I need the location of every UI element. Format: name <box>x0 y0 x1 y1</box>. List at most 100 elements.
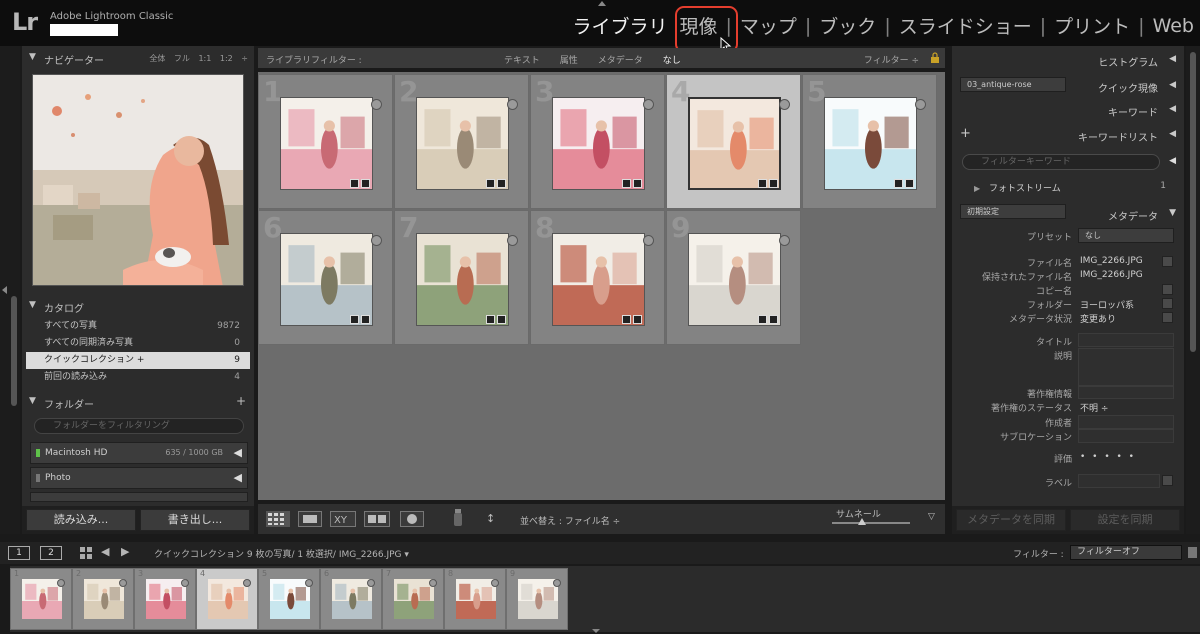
folder-search-input[interactable]: フォルダーをフィルタリング <box>34 418 244 434</box>
keyword-header[interactable]: キーワード ◀ <box>952 100 1184 120</box>
quick-collection-marker-icon[interactable] <box>429 579 437 587</box>
grid-cell[interactable]: 4 <box>666 74 801 209</box>
grid-cell[interactable]: 8 <box>530 210 665 345</box>
quick-collection-marker-icon[interactable] <box>491 579 499 587</box>
toolbar-menu-icon[interactable]: ▽ <box>928 512 935 522</box>
filmstrip-thumbnail[interactable] <box>146 579 186 619</box>
quick-collection-marker-icon[interactable] <box>779 99 790 110</box>
secondary-window-button[interactable]: 2 <box>40 546 62 560</box>
compare-view-icon[interactable]: XY <box>330 511 356 527</box>
metadata-action-button[interactable] <box>1162 475 1173 486</box>
histogram-header[interactable]: ヒストグラム ◀ <box>952 50 1184 70</box>
grid-cell[interactable]: 1 <box>258 74 393 209</box>
metadata-badge-icon[interactable] <box>758 179 767 188</box>
navigator-zoom-controls[interactable]: 全体 フル 1:1 1:2 ÷ <box>149 53 248 64</box>
left-panel-scrollbar[interactable] <box>11 296 17 406</box>
metadata-badge-icon[interactable] <box>622 315 631 324</box>
filmstrip-thumbnail[interactable] <box>332 579 372 619</box>
module-library[interactable]: ライブラリ <box>566 12 673 39</box>
grid-icon[interactable] <box>80 547 92 559</box>
filmstrip-cell[interactable]: 9 <box>506 568 568 630</box>
grid-view-icon[interactable] <box>266 511 290 527</box>
sublocation-field[interactable] <box>1078 429 1174 443</box>
grid-cell[interactable]: 3 <box>530 74 665 209</box>
expand-arrow-icon[interactable]: ◀ <box>1169 156 1176 166</box>
filmstrip-source-indicator[interactable]: クイックコレクション 9 枚の写真/ 1 枚選択/ IMG_2266.JPG ▾ <box>154 547 409 560</box>
volume-macintosh-hd[interactable]: Macintosh HD 635 / 1000 GB ◀ <box>30 442 248 464</box>
label-field[interactable] <box>1078 474 1160 488</box>
grid-cell[interactable]: 5 <box>802 74 937 209</box>
thumbnail-size-slider[interactable] <box>832 522 910 524</box>
collapse-left-panel-icon[interactable] <box>2 286 7 294</box>
lock-icon[interactable] <box>930 52 940 63</box>
import-button[interactable]: 読み込み... <box>26 509 136 531</box>
sync-settings-button[interactable]: 設定を同期 <box>1070 509 1180 531</box>
filter-preset-select[interactable]: フィルター ÷ <box>864 53 919 66</box>
module-slideshow[interactable]: スライドショー <box>893 12 1038 39</box>
develop-settings-badge-icon[interactable] <box>769 179 778 188</box>
metadata-badge-icon[interactable] <box>486 315 495 324</box>
filter-tab-text[interactable]: テキスト <box>504 53 540 66</box>
metadata-action-button[interactable] <box>1162 256 1173 267</box>
copyright-field[interactable] <box>1078 386 1174 399</box>
grid-cell[interactable]: 7 <box>394 210 529 345</box>
filmstrip-thumbnail[interactable] <box>270 579 310 619</box>
filmstrip-toggle-icon[interactable] <box>1188 547 1197 558</box>
thumbnail-slider-knob[interactable] <box>857 518 866 525</box>
rating-stars[interactable]: • • • • • <box>1080 452 1136 462</box>
quick-develop-header[interactable]: クイック現像 ◀ <box>952 76 1184 96</box>
painter-icon[interactable] <box>452 509 464 527</box>
quick-collection-marker-icon[interactable] <box>371 235 382 246</box>
quick-collection-marker-icon[interactable] <box>915 99 926 110</box>
quick-collection-marker-icon[interactable] <box>507 235 518 246</box>
develop-settings-badge-icon[interactable] <box>633 315 642 324</box>
back-arrow-icon[interactable]: ◀ <box>101 545 109 558</box>
photo-thumbnail[interactable] <box>552 97 645 190</box>
quick-collection-marker-icon[interactable] <box>57 579 65 587</box>
keyword-list-header[interactable]: + キーワードリスト ◀ <box>952 125 1184 145</box>
module-print[interactable]: プリント <box>1048 12 1136 39</box>
grid-cell[interactable]: 9 <box>666 210 801 345</box>
metadata-preset-select[interactable]: なし <box>1078 228 1174 243</box>
expand-arrow-icon[interactable]: ◀ <box>234 443 242 463</box>
catalog-item-synced-photos[interactable]: すべての同期済み写真 0 <box>26 335 250 352</box>
filmstrip-thumbnail[interactable] <box>208 579 248 619</box>
quick-collection-marker-icon[interactable] <box>643 235 654 246</box>
metadata-badge-icon[interactable] <box>894 179 903 188</box>
filmstrip-cell[interactable]: 8 <box>444 568 506 630</box>
keyword-item-photostream[interactable]: ▶ フォトストリーム 1 <box>974 181 1174 195</box>
catalog-header[interactable]: ▼ カタログ <box>22 296 254 316</box>
module-web[interactable]: Web <box>1147 15 1200 37</box>
creator-field[interactable] <box>1078 415 1174 429</box>
metadata-action-button[interactable] <box>1162 298 1173 309</box>
metadata-value[interactable]: IMG_2266.JPG <box>1080 256 1143 266</box>
quick-collection-marker-icon[interactable] <box>243 579 251 587</box>
grid-cell[interactable]: 6 <box>258 210 393 345</box>
navigator-preview[interactable] <box>32 74 244 286</box>
quick-collection-marker-icon[interactable] <box>779 235 790 246</box>
expand-arrow-icon[interactable]: ◀ <box>234 468 242 488</box>
metadata-action-button[interactable] <box>1162 312 1173 323</box>
catalog-item-quick-collection[interactable]: クイックコレクション + 9 <box>26 352 250 369</box>
catalog-item-previous-import[interactable]: 前回の読み込み 4 <box>26 369 250 386</box>
sort-select[interactable]: ファイル名 ÷ <box>565 517 620 527</box>
quick-collection-marker-icon[interactable] <box>119 579 127 587</box>
develop-settings-badge-icon[interactable] <box>905 179 914 188</box>
filmstrip-thumbnail[interactable] <box>456 579 496 619</box>
main-window-button[interactable]: 1 <box>8 546 30 560</box>
develop-settings-badge-icon[interactable] <box>361 179 370 188</box>
develop-settings-badge-icon[interactable] <box>497 179 506 188</box>
quick-collection-marker-icon[interactable] <box>553 579 561 587</box>
develop-settings-badge-icon[interactable] <box>497 315 506 324</box>
photo-thumbnail[interactable] <box>552 233 645 326</box>
photo-thumbnail[interactable] <box>688 97 781 190</box>
filter-tab-metadata[interactable]: メタデータ <box>598 53 643 66</box>
quick-collection-marker-icon[interactable] <box>181 579 189 587</box>
metadata-badge-icon[interactable] <box>350 179 359 188</box>
navigator-header[interactable]: ▼ ナビゲーター 全体 フル 1:1 1:2 ÷ <box>22 48 254 68</box>
photo-thumbnail[interactable] <box>688 233 781 326</box>
develop-settings-badge-icon[interactable] <box>361 315 370 324</box>
metadata-badge-icon[interactable] <box>486 179 495 188</box>
loupe-view-icon[interactable] <box>298 511 322 527</box>
quick-collection-marker-icon[interactable] <box>371 99 382 110</box>
